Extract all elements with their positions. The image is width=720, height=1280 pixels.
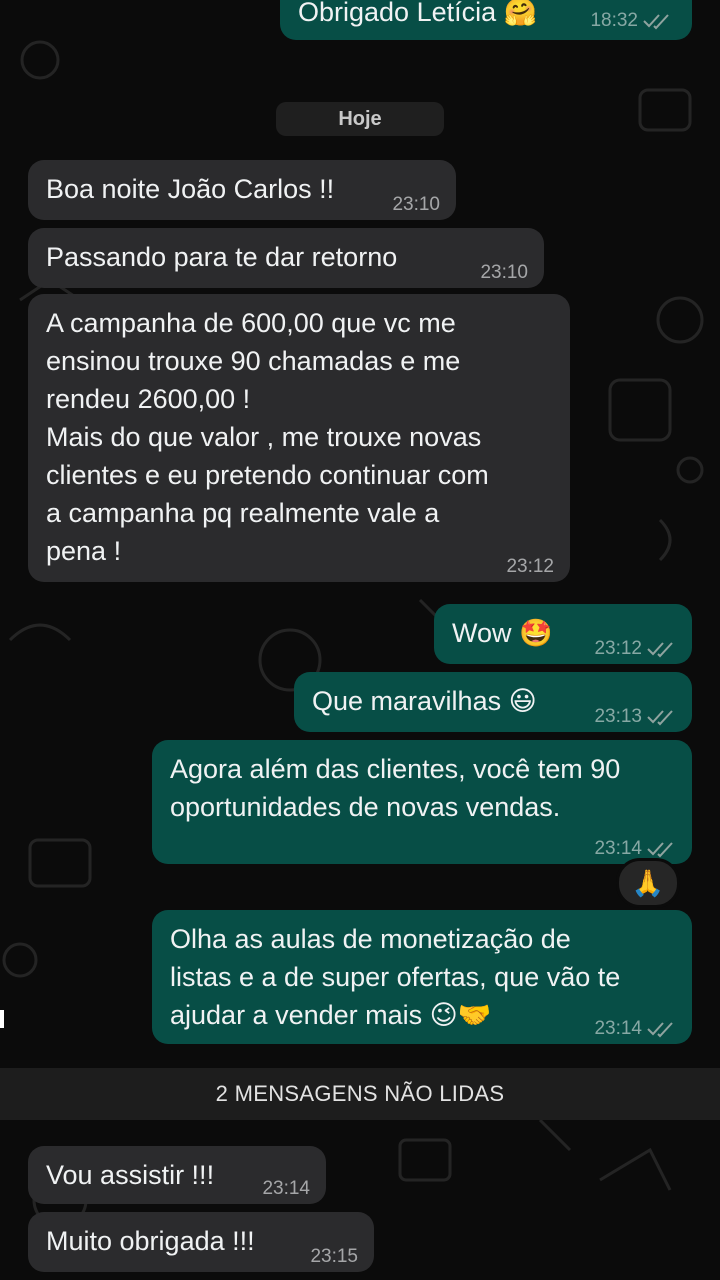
message-time: 23:12: [594, 638, 642, 659]
message-time: 23:10: [480, 262, 528, 283]
message-meta: 23:12: [594, 638, 676, 660]
message-meta: 23:12: [506, 556, 554, 578]
message-time: 23:12: [506, 556, 554, 577]
incoming-message[interactable]: Vou assistir !!! 23:14: [28, 1146, 326, 1204]
double-check-icon: [647, 710, 673, 726]
message-time: 23:13: [594, 706, 642, 727]
message-text: Passando para te dar retorno: [46, 242, 398, 272]
date-separator: Hoje: [276, 102, 444, 136]
incoming-message[interactable]: Muito obrigada !!! 23:15: [28, 1212, 374, 1272]
double-check-icon: [643, 14, 669, 30]
message-meta: 23:14: [594, 838, 676, 860]
message-reaction[interactable]: 🙏: [616, 858, 680, 908]
incoming-message[interactable]: Passando para te dar retorno 23:10: [28, 228, 544, 288]
outgoing-message[interactable]: Agora além das clientes, você tem 90 opo…: [152, 740, 692, 864]
message-text: A campanha de 600,00 que vc me ensinou t…: [46, 308, 489, 566]
edge-marker: [0, 1010, 4, 1028]
message-time: 23:14: [594, 838, 642, 859]
message-meta: 23:14: [594, 1018, 676, 1040]
message-text: Olha as aulas de monetização de listas e…: [170, 924, 621, 1030]
message-meta: 18:32: [590, 10, 672, 32]
message-text: Agora além das clientes, você tem 90 opo…: [170, 754, 621, 822]
message-time: 18:32: [590, 10, 638, 31]
message-meta: 23:14: [262, 1178, 310, 1200]
message-meta: 23:15: [310, 1246, 358, 1268]
incoming-message[interactable]: A campanha de 600,00 que vc me ensinou t…: [28, 294, 570, 582]
outgoing-message[interactable]: Olha as aulas de monetização de listas e…: [152, 910, 692, 1044]
message-meta: 23:13: [594, 706, 676, 728]
message-time: 23:10: [392, 194, 440, 215]
unread-messages-banner: 2 MENSAGENS NÃO LIDAS: [0, 1068, 720, 1120]
message-meta: 23:10: [392, 194, 440, 216]
message-meta: 23:10: [480, 262, 528, 284]
message-text: Obrigado Letícia 🤗: [298, 0, 538, 27]
double-check-icon: [647, 842, 673, 858]
outgoing-message[interactable]: Wow 🤩 23:12: [434, 604, 692, 664]
outgoing-message[interactable]: Que maravilhas 😃 23:13: [294, 672, 692, 732]
message-text: Boa noite João Carlos !!: [46, 174, 335, 204]
message-time: 23:14: [594, 1018, 642, 1039]
incoming-message[interactable]: Boa noite João Carlos !! 23:10: [28, 160, 456, 220]
double-check-icon: [647, 642, 673, 658]
partial-outgoing-message[interactable]: Obrigado Letícia 🤗 18:32: [280, 0, 692, 40]
message-time: 23:14: [262, 1178, 310, 1199]
double-check-icon: [647, 1022, 673, 1038]
message-time: 23:15: [310, 1246, 358, 1267]
